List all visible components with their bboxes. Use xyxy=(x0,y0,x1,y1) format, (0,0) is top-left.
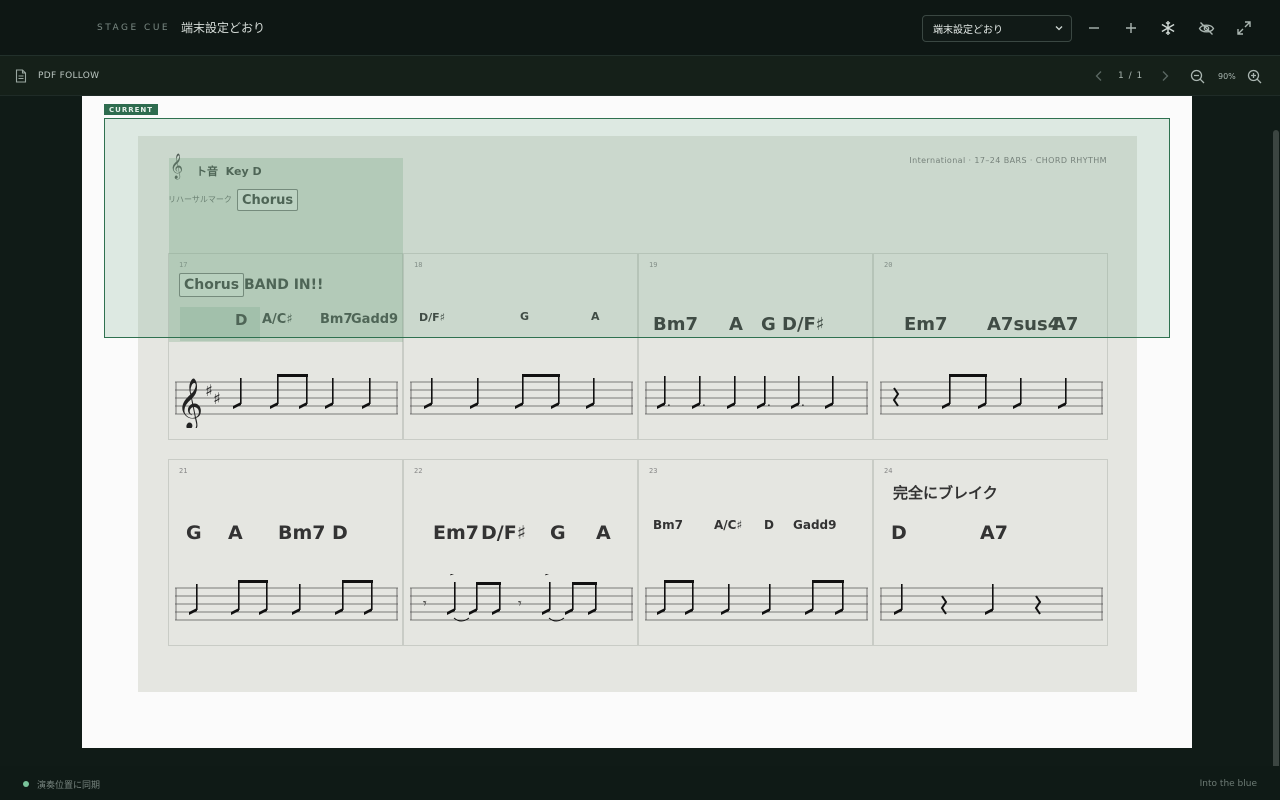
chord: A xyxy=(596,522,611,544)
sync-status-dot xyxy=(23,781,29,787)
chord: Gadd9 xyxy=(793,518,837,532)
scrollbar[interactable] xyxy=(1273,130,1279,770)
zoom-level: 90% xyxy=(1218,72,1236,81)
chord: Bm7 xyxy=(653,518,683,532)
chord: D xyxy=(764,518,774,532)
staff: 𝄞 ♯ ♯ xyxy=(175,374,398,428)
svg-text:>: > xyxy=(544,574,554,579)
staff: > > 𝄾 𝄾 xyxy=(410,574,633,622)
svg-text:>: > xyxy=(692,368,702,371)
bar-23[interactable]: 23 Bm7 A/C♯ D Gadd9 xyxy=(638,459,873,646)
svg-text:♯: ♯ xyxy=(213,389,221,408)
chevron-down-icon xyxy=(1055,26,1063,31)
bar-number: 22 xyxy=(414,467,423,475)
staff xyxy=(645,580,868,621)
chord: D xyxy=(891,522,907,544)
bar-number: 21 xyxy=(179,467,188,475)
chord: Bm7 xyxy=(278,522,326,544)
pdf-toolbar: PDF FOLLOW 1 / 1 90% xyxy=(0,56,1280,96)
page-indicator: 1 / 1 xyxy=(1118,71,1144,81)
bar-24[interactable]: 24 完全にブレイク D A7 xyxy=(873,459,1108,646)
plus-icon xyxy=(1126,23,1136,33)
svg-text:>: > xyxy=(727,368,737,371)
bar-number: 23 xyxy=(649,467,658,475)
svg-text:.: . xyxy=(667,395,671,409)
svg-text:>: > xyxy=(658,368,668,371)
eye-off-icon xyxy=(1198,21,1214,35)
cue-text: 完全にブレイク xyxy=(893,484,998,502)
bar-21[interactable]: 21 G A Bm7 D xyxy=(168,459,403,646)
current-label: CURRENT xyxy=(104,104,159,115)
chord: G xyxy=(186,522,202,544)
svg-text:.: . xyxy=(767,395,771,409)
current-position-box xyxy=(104,118,1170,338)
freeze-button[interactable] xyxy=(1157,17,1179,39)
svg-text:>: > xyxy=(791,368,801,371)
chord: A/C♯ xyxy=(714,518,743,532)
treble-clef-icon: 𝄞 xyxy=(177,378,203,428)
staff: > > > > > > . . . . xyxy=(645,368,868,415)
bar-22[interactable]: 22 Em7 D/F♯ G A > > 𝄾 𝄾 xyxy=(403,459,638,646)
mode-label: PDF FOLLOW xyxy=(38,71,100,81)
bar-number: 24 xyxy=(884,467,893,475)
svg-text:𝄾: 𝄾 xyxy=(423,596,427,612)
select-value: 端末設定どおり xyxy=(933,25,1003,36)
chord: A xyxy=(228,522,243,544)
svg-text:>: > xyxy=(449,574,459,579)
top-bar: STAGE CUE 端末設定どおり 端末設定どおり xyxy=(0,0,1280,56)
minus-button[interactable] xyxy=(1083,17,1105,39)
plus-button[interactable] xyxy=(1120,17,1142,39)
fullscreen-button[interactable] xyxy=(1233,17,1255,39)
prev-page-icon[interactable] xyxy=(1094,70,1104,82)
chord: D/F♯ xyxy=(481,522,526,544)
svg-text:♯: ♯ xyxy=(205,381,213,400)
status-bar: 演奏位置に同期 Into the blue xyxy=(0,766,1280,800)
svg-text:>: > xyxy=(825,368,835,371)
brand-name: STAGE CUE xyxy=(97,23,171,33)
staff xyxy=(175,580,398,621)
svg-text:>: > xyxy=(757,368,767,371)
fullscreen-icon xyxy=(1237,21,1251,35)
staff xyxy=(410,374,633,415)
svg-text:𝄾: 𝄾 xyxy=(518,596,522,612)
hide-button[interactable] xyxy=(1195,17,1217,39)
chord: D xyxy=(332,522,348,544)
chord: G xyxy=(550,522,566,544)
next-page-icon[interactable] xyxy=(1160,70,1170,82)
song-title: Into the blue xyxy=(1199,779,1257,789)
document-icon xyxy=(15,69,27,83)
svg-text:.: . xyxy=(702,395,706,409)
zoom-out-icon[interactable] xyxy=(1190,69,1205,84)
staff xyxy=(880,374,1103,415)
chord: A7 xyxy=(980,522,1008,544)
sync-label[interactable]: 演奏位置に同期 xyxy=(37,778,100,791)
staff xyxy=(880,584,1103,621)
svg-text:.: . xyxy=(801,395,805,409)
page-title: 端末設定どおり xyxy=(181,21,266,35)
chord: Em7 xyxy=(433,522,479,544)
zoom-in-icon[interactable] xyxy=(1247,69,1262,84)
minus-icon xyxy=(1089,27,1099,29)
snowflake-icon xyxy=(1161,21,1175,35)
display-mode-select[interactable]: 端末設定どおり xyxy=(922,15,1072,42)
